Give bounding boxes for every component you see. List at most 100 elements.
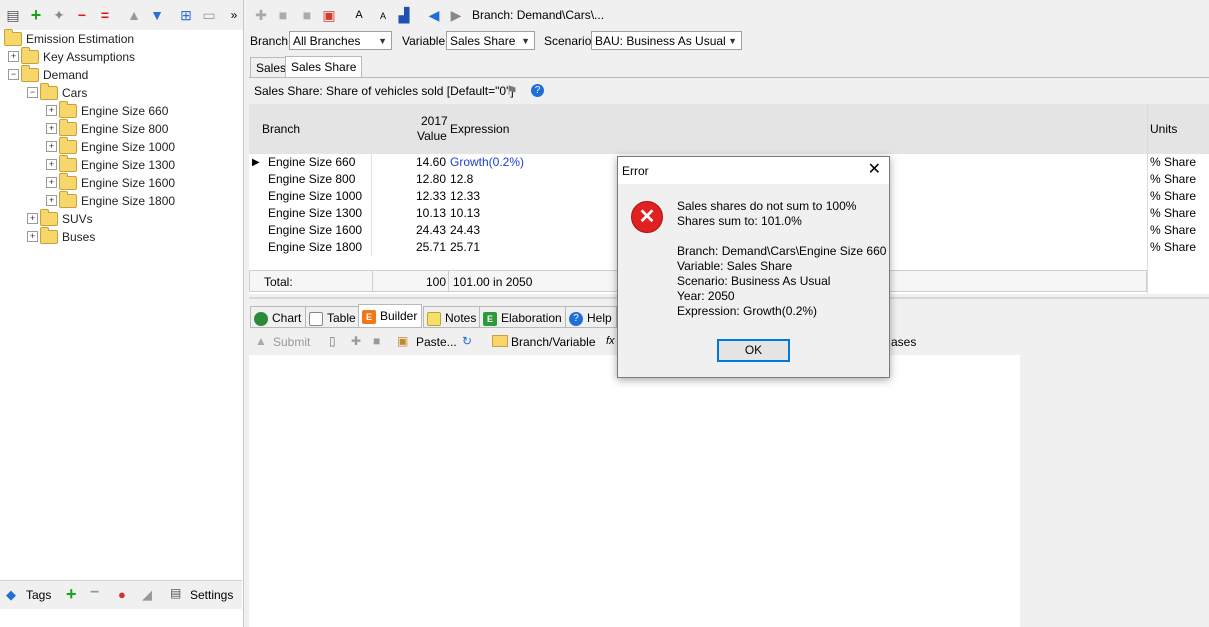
add-icon[interactable]: + — [27, 6, 45, 24]
font-larger-icon[interactable]: A — [350, 6, 368, 24]
paste-icon[interactable]: ■ — [298, 6, 316, 24]
expression-column-header[interactable]: Expression — [450, 122, 509, 136]
branch-cell[interactable]: Engine Size 1600 — [268, 222, 362, 239]
units-cell[interactable]: % Share — [1150, 239, 1196, 256]
expression-cell[interactable]: 12.33 — [450, 188, 480, 205]
expand-icon[interactable]: + — [46, 195, 57, 207]
tree-item[interactable]: + SUVs — [27, 208, 93, 227]
value-cell[interactable]: 12.33 — [409, 188, 446, 205]
add-icon[interactable]: ✚ — [351, 334, 361, 348]
delete-icon[interactable]: − — [73, 6, 91, 24]
units-cell[interactable]: % Share — [1150, 222, 1196, 239]
new-document-icon[interactable]: ▯ — [329, 334, 336, 348]
branch-variable-button[interactable]: Branch/Variable — [511, 335, 596, 349]
expression-cell[interactable]: Growth(0.2%) — [450, 154, 524, 171]
branch-cell[interactable]: Engine Size 660 — [268, 154, 355, 171]
value-column-header[interactable]: Value — [417, 129, 447, 143]
tree-item[interactable]: + Engine Size 660 — [46, 100, 168, 119]
branch-cell[interactable]: Engine Size 800 — [268, 171, 355, 188]
add-tag-icon[interactable]: + — [66, 584, 77, 605]
expand-icon[interactable]: + — [46, 105, 57, 117]
tree-view-icon[interactable]: ⊞ — [177, 6, 195, 24]
expand-icon[interactable]: + — [27, 231, 38, 243]
units-cell[interactable]: % Share — [1150, 171, 1196, 188]
branch-cell[interactable]: Engine Size 1800 — [268, 239, 362, 256]
year-column-header[interactable]: 2017 — [421, 114, 448, 128]
copy-icon[interactable]: ■ — [373, 334, 380, 348]
submit-button[interactable]: Submit — [273, 335, 310, 349]
tree-item[interactable]: + Buses — [27, 226, 95, 245]
tree-item[interactable]: − Cars — [27, 82, 87, 101]
more-icon[interactable]: » — [225, 6, 243, 24]
units-column-header[interactable]: Units — [1150, 122, 1177, 136]
tab-sales-share[interactable]: Sales Share — [285, 56, 363, 78]
tab-notes[interactable]: Notes — [423, 306, 482, 328]
breadcrumb[interactable]: Branch: Demand\Cars\... — [472, 8, 604, 22]
tab-chart[interactable]: Chart — [250, 306, 307, 328]
tree-item[interactable]: Emission Estimation — [4, 28, 134, 47]
expression-cell[interactable]: 12.8 — [450, 171, 473, 188]
chart-icon[interactable]: ▟ — [395, 6, 413, 24]
branch-cell[interactable]: Engine Size 1300 — [268, 205, 362, 222]
tag-tool-icon[interactable]: ◢ — [142, 587, 152, 603]
close-icon[interactable]: ✕ — [868, 161, 881, 179]
units-cell[interactable]: % Share — [1150, 188, 1196, 205]
value-cell[interactable]: 12.80 — [409, 171, 446, 188]
forward-icon[interactable]: ▶ — [447, 6, 465, 24]
tab-help[interactable]: ? Help — [565, 306, 617, 328]
branch-cell[interactable]: Engine Size 1000 — [268, 188, 362, 205]
copy-icon[interactable]: ■ — [274, 6, 292, 24]
expand-icon[interactable]: + — [8, 51, 19, 63]
properties-icon[interactable]: ▤ — [4, 6, 22, 24]
tree-item[interactable]: + Key Assumptions — [8, 46, 135, 65]
tree-item[interactable]: + Engine Size 800 — [46, 118, 168, 137]
add-branch-icon[interactable]: ✚ — [252, 6, 270, 24]
value-cell[interactable]: 14.60 — [409, 154, 446, 171]
tree-item[interactable]: + Engine Size 1000 — [46, 136, 175, 155]
help-icon[interactable]: ? — [531, 84, 544, 97]
paste-button[interactable]: Paste... — [416, 335, 457, 349]
expression-cell[interactable]: 10.13 — [450, 205, 480, 222]
delete-many-icon[interactable]: = — [96, 6, 114, 24]
expression-cell[interactable]: 24.43 — [450, 222, 480, 239]
tree-item[interactable]: + Engine Size 1300 — [46, 154, 175, 173]
expression-cell[interactable]: 25.71 — [450, 239, 480, 256]
expand-icon[interactable]: + — [46, 177, 57, 189]
expand-icon[interactable]: + — [27, 213, 38, 225]
export-icon[interactable]: ▣ — [320, 6, 338, 24]
tab-table[interactable]: Table — [305, 306, 361, 328]
collapse-icon[interactable]: − — [27, 87, 38, 99]
branch-select[interactable]: All Branches ▼ — [289, 31, 392, 50]
expand-icon[interactable]: + — [46, 123, 57, 135]
builder-editor[interactable] — [249, 355, 1020, 627]
tree-item[interactable]: + Engine Size 1600 — [46, 172, 175, 191]
tree-item[interactable]: − Demand — [8, 64, 88, 83]
function-icon[interactable]: fx — [606, 335, 615, 347]
remove-tag-icon[interactable]: − — [90, 584, 99, 602]
expand-icon[interactable]: + — [46, 159, 57, 171]
expand-icon[interactable]: + — [46, 141, 57, 153]
ok-button[interactable]: OK — [717, 339, 790, 362]
branch-column-header[interactable]: Branch — [262, 122, 300, 136]
tab-builder[interactable]: E Builder — [358, 304, 423, 328]
collapse-icon[interactable]: − — [8, 69, 19, 81]
refresh-icon[interactable]: ↻ — [462, 334, 472, 348]
value-cell[interactable]: 24.43 — [409, 222, 446, 239]
tags-button[interactable]: Tags — [26, 588, 51, 602]
dialog-titlebar[interactable]: Error ✕ — [618, 157, 889, 184]
flag-icon[interactable]: ⚑ — [506, 83, 518, 99]
value-cell[interactable]: 10.13 — [409, 205, 446, 222]
back-icon[interactable]: ◀ — [425, 6, 443, 24]
units-cell[interactable]: % Share — [1150, 154, 1196, 171]
bases-button[interactable]: ases — [891, 335, 916, 349]
move-up-icon[interactable]: ▲ — [125, 6, 143, 24]
color-tags-icon[interactable]: ● — [118, 587, 126, 602]
font-smaller-icon[interactable]: A — [374, 7, 392, 25]
scenario-select[interactable]: BAU: Business As Usual ▼ — [591, 31, 742, 50]
value-cell[interactable]: 25.71 — [409, 239, 446, 256]
tab-elaboration[interactable]: E Elaboration — [479, 306, 567, 328]
folder-icon[interactable]: ▭ — [200, 6, 218, 24]
tree-item[interactable]: + Engine Size 1800 — [46, 190, 175, 209]
variable-select[interactable]: Sales Share ▼ — [446, 31, 535, 50]
add-many-icon[interactable]: ✦ — [50, 6, 68, 24]
